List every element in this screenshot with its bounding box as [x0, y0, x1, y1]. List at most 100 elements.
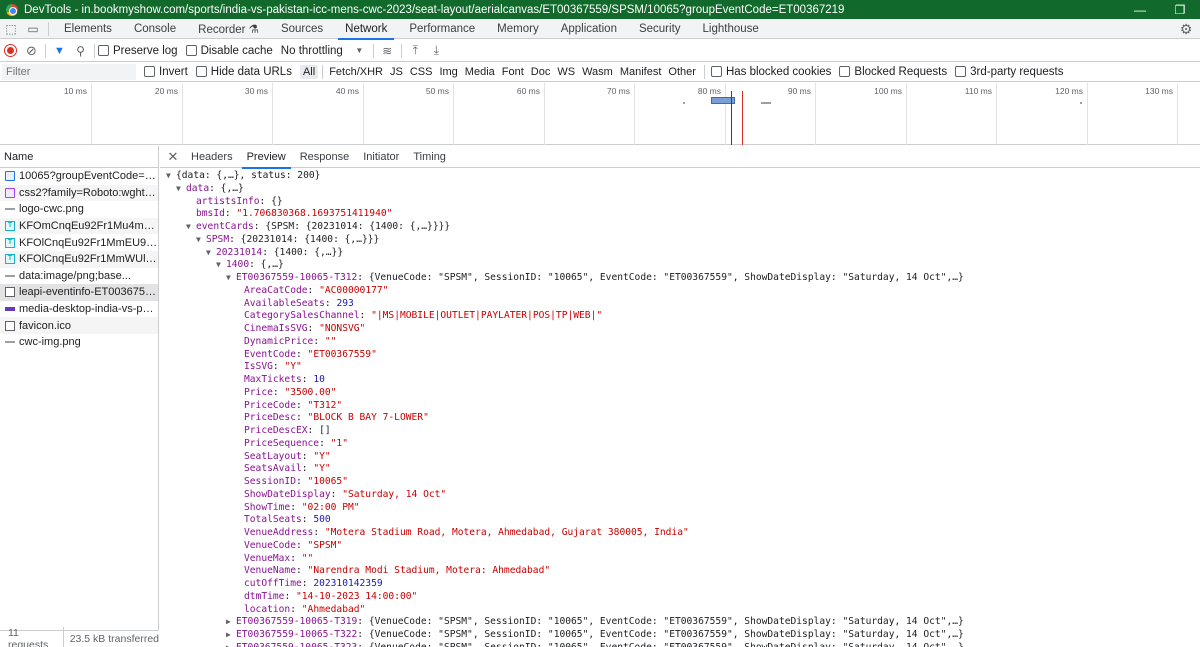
invert-checkbox[interactable]: Invert	[144, 66, 188, 78]
request-row[interactable]: css2?family=Roboto:wght@40...	[0, 184, 158, 202]
filter-type-doc[interactable]: Doc	[528, 65, 554, 79]
close-icon[interactable]: ✕	[162, 146, 184, 168]
chevron-down-icon[interactable]: ▼	[349, 41, 370, 61]
export-har-icon[interactable]: ⤓	[426, 41, 447, 61]
tab-security[interactable]: Security	[628, 19, 692, 39]
request-count: 11 requests	[0, 627, 64, 647]
tree-node-card[interactable]: ▶ET00367559-10065-T323: {VenueCode: "SPS…	[160, 642, 1200, 647]
field-key: Price	[244, 386, 273, 398]
filter-type-ws[interactable]: WS	[554, 65, 578, 79]
field-value: []	[319, 425, 331, 436]
timeline-tick-label: 50 ms	[425, 86, 449, 96]
filter-type-img[interactable]: Img	[436, 65, 460, 79]
third-party-requests-checkbox[interactable]: 3rd-party requests	[955, 66, 1063, 78]
request-row[interactable]: cwc-img.png	[0, 334, 158, 351]
settings-gear-icon[interactable]: ⚙	[1178, 21, 1194, 37]
timeline-tick-label: 10 ms	[63, 86, 87, 96]
tab-performance[interactable]: Performance	[398, 19, 486, 39]
tab-memory[interactable]: Memory	[486, 19, 550, 39]
request-row[interactable]: favicon.ico	[0, 317, 158, 334]
network-conditions-icon[interactable]: ≋	[377, 41, 398, 61]
detail-tab-timing[interactable]: Timing	[406, 146, 453, 168]
filter-type-js[interactable]: JS	[387, 65, 406, 79]
tree-node-spsm[interactable]: ▼ SPSM: {20231014: {1400: {,…}}}	[160, 234, 1200, 247]
tree-field: TotalSeats: 500	[244, 514, 331, 526]
field-value: "02:00 PM"	[301, 501, 360, 513]
request-row[interactable]: logo-cwc.png	[0, 201, 158, 218]
devtools-tabs: Elements Console Recorder ⚗ Sources Network P…	[53, 19, 770, 40]
timeline-gridline	[1087, 83, 1088, 145]
request-list-panel: Name 10065?groupEventCode=ET00... css2?fa…	[0, 146, 159, 647]
clear-button[interactable]: ⊘	[21, 41, 42, 61]
tree-node-card[interactable]: ▶ ET00367559-10065-T322: {VenueCode: "SPS…	[160, 629, 1200, 642]
filter-type-other[interactable]: Other	[665, 65, 699, 79]
disable-cache-checkbox[interactable]: Disable cache	[185, 45, 273, 57]
hide-data-urls-checkbox[interactable]: Hide data URLs	[195, 66, 292, 78]
media-file-icon	[5, 307, 15, 312]
request-row[interactable]: T KFOmCnqEu92Fr1Mu4mxK.wo...	[0, 217, 158, 235]
tree-node-card-t312[interactable]: ▼ ET00367559-10065-T312: {VenueCode: "SPS…	[160, 272, 1200, 285]
detail-tab-headers[interactable]: Headers	[184, 146, 240, 168]
tree-node-card[interactable]: ▶ ET00367559-10065-T319: {VenueCode: "SPS…	[160, 616, 1200, 629]
json-preview-tree: ▼ {data: {,…}, status: 200} ▼ data: {,…} a…	[160, 170, 1200, 647]
tab-application[interactable]: Application	[550, 19, 628, 39]
filter-input[interactable]	[2, 63, 136, 80]
detail-tab-preview[interactable]: Preview	[240, 146, 293, 169]
filter-button[interactable]: ▼	[49, 41, 70, 61]
request-name: logo-cwc.png	[19, 203, 84, 216]
filter-type-font[interactable]: Font	[499, 65, 527, 79]
restore-button[interactable]: ❐	[1160, 0, 1200, 19]
has-blocked-cookies-checkbox[interactable]: Has blocked cookies	[710, 66, 831, 78]
tab-network[interactable]: Network	[334, 19, 398, 40]
tree-node-date[interactable]: ▼ 20231014: {1400: {,…}}	[160, 247, 1200, 260]
tree-node-root[interactable]: ▼ {data: {,…}, status: 200}	[160, 170, 1200, 183]
tree-node-data[interactable]: ▼ data: {,…}	[160, 183, 1200, 196]
network-overview-timeline[interactable]: 10 ms 20 ms 30 ms 40 ms 50 ms 60 ms 70 ms 80 ms…	[0, 83, 1200, 145]
blocked-requests-checkbox[interactable]: Blocked Requests	[839, 66, 947, 78]
field-value: "Y"	[313, 463, 331, 475]
tab-lighthouse[interactable]: Lighthouse	[692, 19, 770, 39]
request-row[interactable]: T KFOlCnqEu92Fr1MmWUlfBBc4...	[0, 250, 158, 268]
detail-tab-initiator[interactable]: Initiator	[356, 146, 406, 168]
throttling-select[interactable]: No throttling	[281, 45, 343, 57]
record-button[interactable]	[0, 41, 21, 61]
tab-recorder[interactable]: Recorder ⚗	[187, 19, 270, 39]
filter-type-all[interactable]: All	[299, 64, 319, 79]
request-row[interactable]: leapi-eventinfo-ET00367559.js...	[0, 284, 158, 301]
detail-tab-response[interactable]: Response	[293, 146, 357, 168]
preserve-log-checkbox[interactable]: Preserve log	[98, 45, 178, 57]
request-name: leapi-eventinfo-ET00367559.js...	[19, 286, 158, 299]
filter-type-fetch-xhr[interactable]: Fetch/XHR	[326, 65, 386, 79]
request-row[interactable]: data:image/png;base...	[0, 268, 158, 285]
checkbox-box	[839, 66, 851, 77]
tree-node-time[interactable]: ▼ 1400: {,…}	[160, 259, 1200, 272]
timeline-tick-label: 110 ms	[964, 86, 992, 96]
inspect-element-icon[interactable]: ⬚	[0, 19, 22, 39]
request-row[interactable]: T KFOlCnqEu92Fr1MmEU9fBBc4...	[0, 234, 158, 251]
filter-funnel-icon: ▼	[54, 44, 65, 57]
tab-console[interactable]: Console	[123, 19, 187, 39]
tab-sources[interactable]: Sources	[270, 19, 334, 39]
import-har-icon[interactable]: ⤒	[405, 41, 426, 61]
filter-type-css[interactable]: CSS	[407, 65, 436, 79]
filter-type-manifest[interactable]: Manifest	[617, 65, 665, 79]
search-icon: ⚲	[76, 43, 85, 58]
request-row[interactable]: 10065?groupEventCode=ET00...	[0, 168, 158, 185]
name-column-header[interactable]: Name	[0, 146, 158, 168]
field-value: "ET00367559"	[307, 348, 377, 360]
filter-type-media[interactable]: Media	[462, 65, 498, 79]
field-key: IsSVG	[244, 361, 273, 373]
search-button[interactable]: ⚲	[70, 41, 91, 61]
tree-node-eventcards[interactable]: ▼ eventCards: {SPSM: {20231014: {1400: {,…	[160, 221, 1200, 234]
filter-type-wasm[interactable]: Wasm	[579, 65, 616, 79]
request-row[interactable]: media-desktop-india-vs-pakis...	[0, 301, 158, 318]
minimize-button[interactable]: —	[1120, 0, 1160, 19]
card-key: ET00367559-10065-T319	[236, 616, 358, 628]
field-key: CinemaIsSVG	[244, 323, 308, 334]
timeline-gridline	[363, 83, 364, 145]
tab-elements[interactable]: Elements	[53, 19, 123, 39]
card-key: ET00367559-10065-T323	[236, 642, 357, 647]
timeline-tick-label: 90 ms	[787, 86, 811, 96]
timeline-tick-label: 120 ms	[1055, 86, 1083, 96]
device-toolbar-icon[interactable]: ▭	[22, 19, 44, 39]
